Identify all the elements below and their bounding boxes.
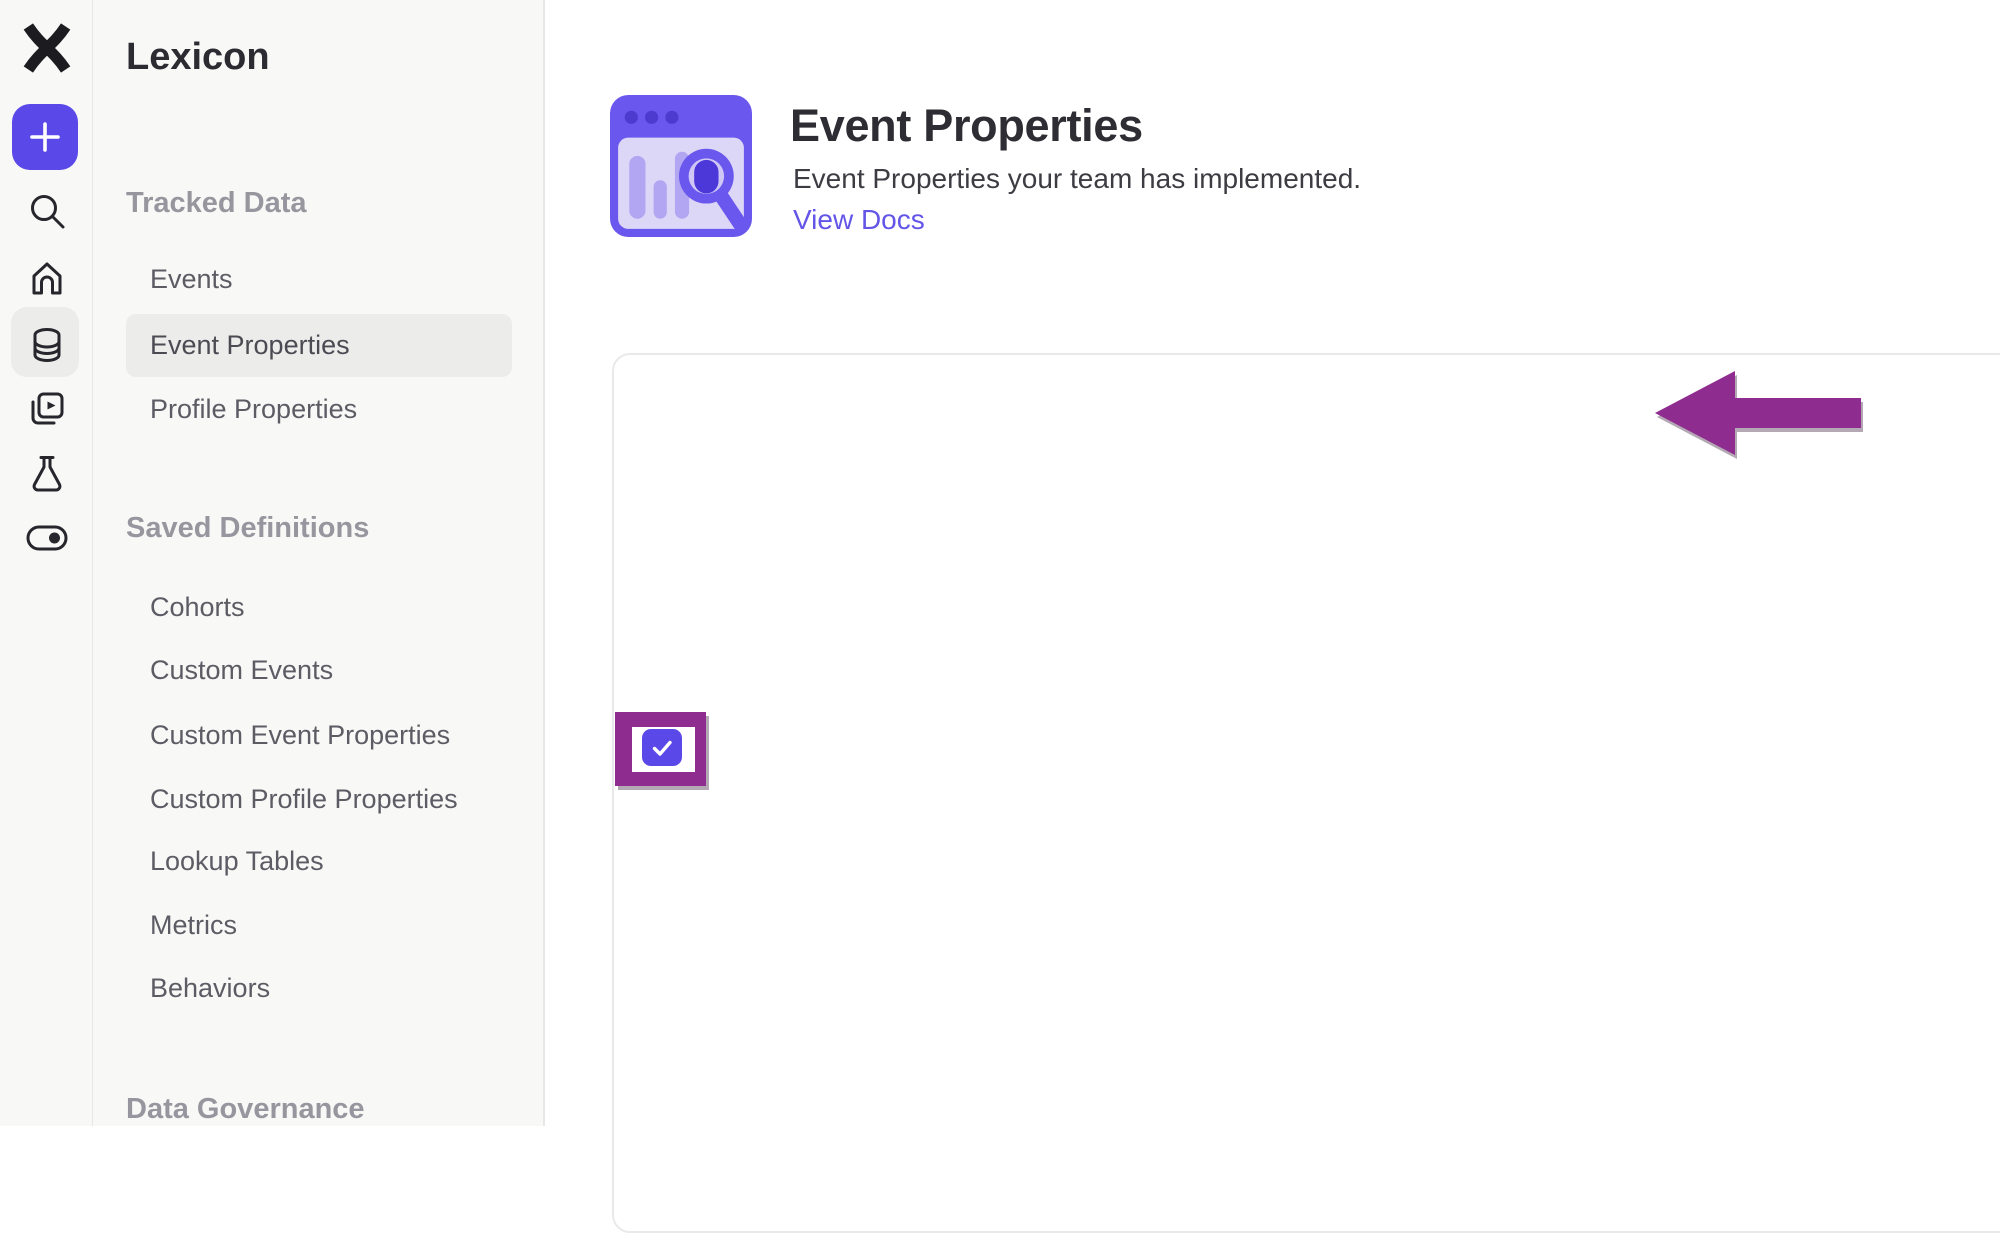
page-title: Event Properties: [790, 100, 1143, 152]
sidebar-title: Lexicon: [126, 36, 270, 79]
section-saved-definitions: Saved Definitions: [126, 512, 369, 545]
search-icon[interactable]: [26, 190, 68, 232]
database-icon[interactable]: [26, 324, 68, 366]
annotation-highlight-box: [615, 712, 706, 786]
sidebar-item-lookup-tables[interactable]: Lookup Tables: [150, 846, 324, 877]
sidebar-item-custom-events[interactable]: Custom Events: [150, 655, 333, 686]
plus-icon: [28, 120, 62, 154]
event-properties-card: [612, 353, 2000, 1233]
mixpanel-logo-icon[interactable]: [19, 20, 75, 76]
sidebar-item-label: Event Properties: [150, 314, 350, 377]
flask-icon[interactable]: [26, 452, 68, 494]
sidebar-item-custom-event-properties[interactable]: Custom Event Properties: [150, 720, 450, 751]
annotation-arrow-icon: [1655, 371, 1861, 455]
check-icon: [649, 735, 675, 761]
row-checkbox-checked[interactable]: [642, 729, 682, 766]
toggle-icon[interactable]: [26, 524, 68, 552]
sidebar-item-profile-properties[interactable]: Profile Properties: [150, 394, 357, 425]
view-docs-link[interactable]: View Docs: [793, 204, 925, 236]
sidebar-item-cohorts[interactable]: Cohorts: [150, 592, 245, 623]
sidebar-item-events[interactable]: Events: [150, 264, 233, 295]
icon-rail: [0, 0, 93, 1126]
lexicon-sidebar: Lexicon Tracked Data Events Event Proper…: [93, 0, 545, 1126]
video-library-icon[interactable]: [26, 388, 68, 430]
page-subtitle: Event Properties your team has implement…: [793, 163, 1361, 195]
create-new-button[interactable]: [12, 104, 78, 170]
section-tracked-data: Tracked Data: [126, 187, 307, 220]
section-data-governance: Data Governance: [126, 1093, 365, 1126]
sidebar-item-event-properties[interactable]: Event Properties: [126, 314, 512, 377]
home-icon[interactable]: [26, 257, 68, 299]
sidebar-item-behaviors[interactable]: Behaviors: [150, 973, 270, 1004]
sidebar-item-metrics[interactable]: Metrics: [150, 910, 237, 941]
sidebar-item-custom-profile-properties[interactable]: Custom Profile Properties: [150, 784, 458, 815]
event-properties-icon: [610, 95, 752, 237]
